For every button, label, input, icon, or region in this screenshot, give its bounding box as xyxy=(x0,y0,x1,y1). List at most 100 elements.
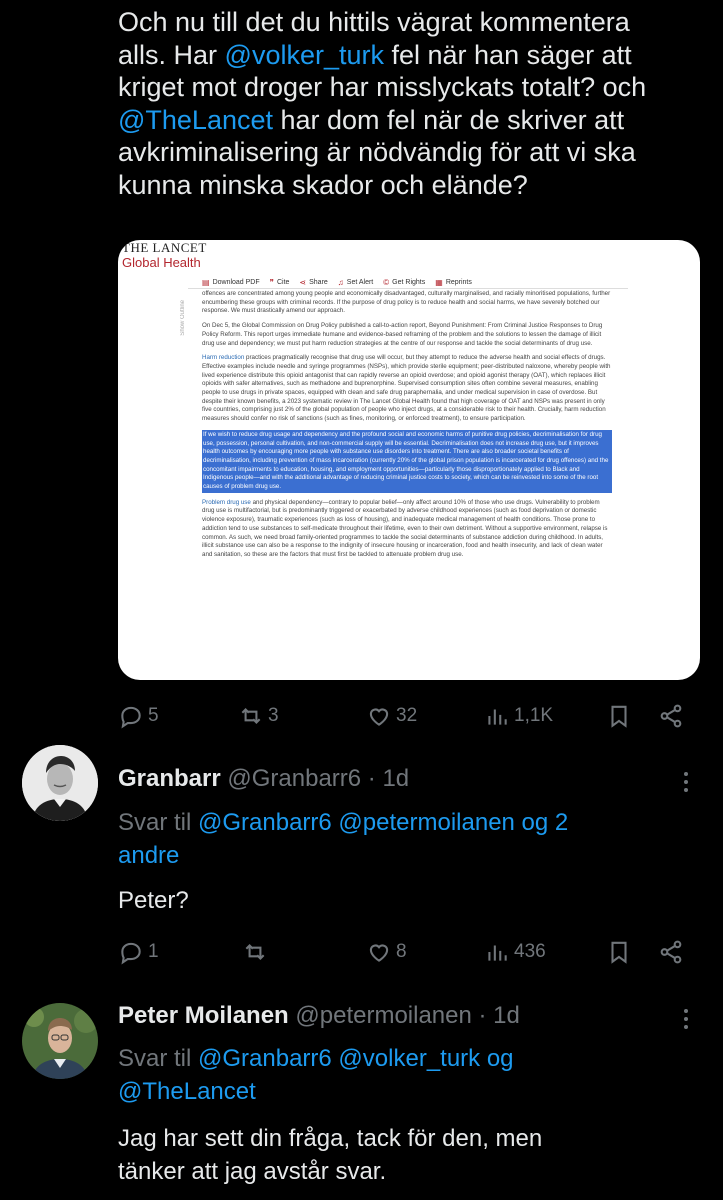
tweet-line: alls. Har @volker_turk fel när han säger… xyxy=(118,39,708,72)
reply-icon xyxy=(121,942,141,965)
article-paragraph: Harm reduction practices pragmatically r… xyxy=(202,354,612,424)
tweet-line: kriget mot droger har misslyckats totalt… xyxy=(118,72,647,102)
reply-text-line: tänker att jag avstår svar. xyxy=(118,1158,387,1185)
download-pdf-item: ▤ Download PDF xyxy=(202,278,260,287)
share-icon xyxy=(660,704,682,728)
views-button[interactable]: 436 xyxy=(484,939,546,965)
more-options-button[interactable] xyxy=(676,772,696,792)
toolbar-label: Cite xyxy=(276,279,290,286)
reply-text-line: Jag har sett din fråga, tack för den, me… xyxy=(118,1125,543,1152)
heart-icon xyxy=(369,944,389,962)
reply-header: Peter Moilanen @petermoilanen · 1d xyxy=(118,1002,520,1030)
tweet-text-segment: fel när han säger att xyxy=(384,39,632,70)
reply-text: Peter? xyxy=(118,887,189,914)
like-button[interactable]: 8 xyxy=(366,939,407,965)
dot xyxy=(684,1017,688,1021)
handle-and-time[interactable]: @Granbarr6 · 1d xyxy=(227,765,409,792)
share-icon: ⋖ xyxy=(299,278,307,287)
replying-to: Svar til @Granbarr6 @volker_turk og @The… xyxy=(118,1042,678,1108)
reply-header: Granbarr @Granbarr6 · 1d xyxy=(118,765,409,793)
handle-and-time[interactable]: @petermoilanen · 1d xyxy=(295,1002,519,1029)
display-name[interactable]: Peter Moilanen xyxy=(118,1002,289,1029)
dot xyxy=(684,1009,688,1013)
replying-to-mentions[interactable]: @Granbarr6 @volker_turk og xyxy=(198,1045,514,1072)
show-outline-tab: Show Outline xyxy=(180,300,186,336)
view-count: 1,1K xyxy=(514,705,554,726)
replying-to-lancet[interactable]: @TheLancet xyxy=(118,1078,256,1105)
replying-to-others[interactable]: andre xyxy=(118,842,179,869)
article-body: offences are concentrated among young pe… xyxy=(202,290,612,566)
article-paragraph: Problem drug use and physical dependency… xyxy=(202,499,612,560)
article-text: practices pragmatically recognise that d… xyxy=(202,354,611,423)
get-rights-item: © Get Rights xyxy=(383,278,425,287)
reply-button[interactable]: 1 xyxy=(118,939,159,965)
article-link: Problem drug use xyxy=(202,498,251,506)
dot xyxy=(684,772,688,776)
reply-button[interactable]: 5 xyxy=(118,703,159,729)
divider xyxy=(188,288,628,289)
article-paragraph: offences are concentrated among young pe… xyxy=(202,290,611,315)
tweet-text-segment: har dom fel när de skriver att xyxy=(273,104,625,135)
repost-icon xyxy=(245,944,265,960)
more-options-button[interactable] xyxy=(676,1009,696,1029)
view-count: 436 xyxy=(514,941,546,962)
replying-to: Svar til @Granbarr6 @petermoilanen og 2 … xyxy=(118,806,678,872)
reply-text: Jag har sett din fråga, tack för den, me… xyxy=(118,1122,678,1188)
quote-icon: ❞ xyxy=(269,278,274,287)
granbarr-avatar-image xyxy=(22,745,98,821)
tweet-action-bar: 5 3 32 1,1K xyxy=(118,701,718,731)
reply-action-bar: 1 8 436 xyxy=(118,937,718,967)
share-button[interactable] xyxy=(658,703,684,729)
repost-count: 3 xyxy=(268,705,279,726)
logo-subtitle: Global Health xyxy=(122,255,201,270)
repost-button[interactable]: 3 xyxy=(238,703,279,729)
reprints-item: ▦ Reprints xyxy=(435,278,472,287)
dot xyxy=(684,788,688,792)
article-paragraph: On Dec 5, the Global Commission on Drug … xyxy=(202,322,603,347)
like-count: 8 xyxy=(396,941,407,962)
repost-icon xyxy=(241,708,261,724)
dot xyxy=(684,1025,688,1029)
toolbar-label: Download PDF xyxy=(212,279,260,286)
views-icon xyxy=(488,945,507,961)
dot xyxy=(684,780,688,784)
share-item: ⋖ Share xyxy=(299,278,327,287)
bookmark-button[interactable] xyxy=(606,703,632,729)
mention-the-lancet[interactable]: @TheLancet xyxy=(118,105,273,135)
reply-icon xyxy=(121,706,141,729)
views-button[interactable]: 1,1K xyxy=(484,703,553,729)
tweet-line: kunna minska skador och elände? xyxy=(118,169,528,200)
highlighted-paragraph: If we wish to reduce drug usage and depe… xyxy=(202,429,612,493)
mention-volker-turk[interactable]: @volker_turk xyxy=(225,40,384,70)
tweet-line: @TheLancet har dom fel när de skriver at… xyxy=(118,104,708,137)
article-text: and physical dependency—contrary to popu… xyxy=(202,498,608,558)
reply-count: 5 xyxy=(148,705,159,726)
bookmark-icon xyxy=(611,705,627,728)
share-button[interactable] xyxy=(658,939,684,965)
tweet-image[interactable]: THE LANCET Global Health ▤ Download PDF ❞… xyxy=(118,240,700,680)
bookmark-icon xyxy=(611,941,627,964)
replying-to-mentions[interactable]: @Granbarr6 @petermoilanen og 2 xyxy=(198,809,568,836)
reprint-icon: ▦ xyxy=(435,278,443,287)
heart-icon xyxy=(369,708,389,726)
toolbar-label: Reprints xyxy=(445,279,472,286)
lancet-logo: THE LANCET Global Health xyxy=(122,240,207,270)
avatar[interactable] xyxy=(22,1003,98,1079)
replying-to-label: Svar til xyxy=(118,809,199,836)
avatar[interactable] xyxy=(22,745,98,821)
bookmark-button[interactable] xyxy=(606,939,632,965)
pdf-icon: ▤ xyxy=(202,278,210,287)
repost-button[interactable] xyxy=(242,939,268,965)
tweet-line: Och nu till det du hittils vägrat kommen… xyxy=(118,7,630,37)
reply-count: 1 xyxy=(148,941,159,962)
share-icon xyxy=(660,940,682,964)
like-button[interactable]: 32 xyxy=(366,703,417,729)
toolbar-label: Share xyxy=(309,279,328,286)
like-count: 32 xyxy=(396,705,418,726)
peter-avatar-image xyxy=(22,1003,98,1079)
logo-title: THE LANCET xyxy=(122,240,207,255)
display-name[interactable]: Granbarr xyxy=(118,765,221,792)
replying-to-label: Svar til xyxy=(118,1045,199,1072)
cite-item: ❞ Cite xyxy=(270,278,290,287)
bell-icon: ♫ xyxy=(337,278,344,287)
